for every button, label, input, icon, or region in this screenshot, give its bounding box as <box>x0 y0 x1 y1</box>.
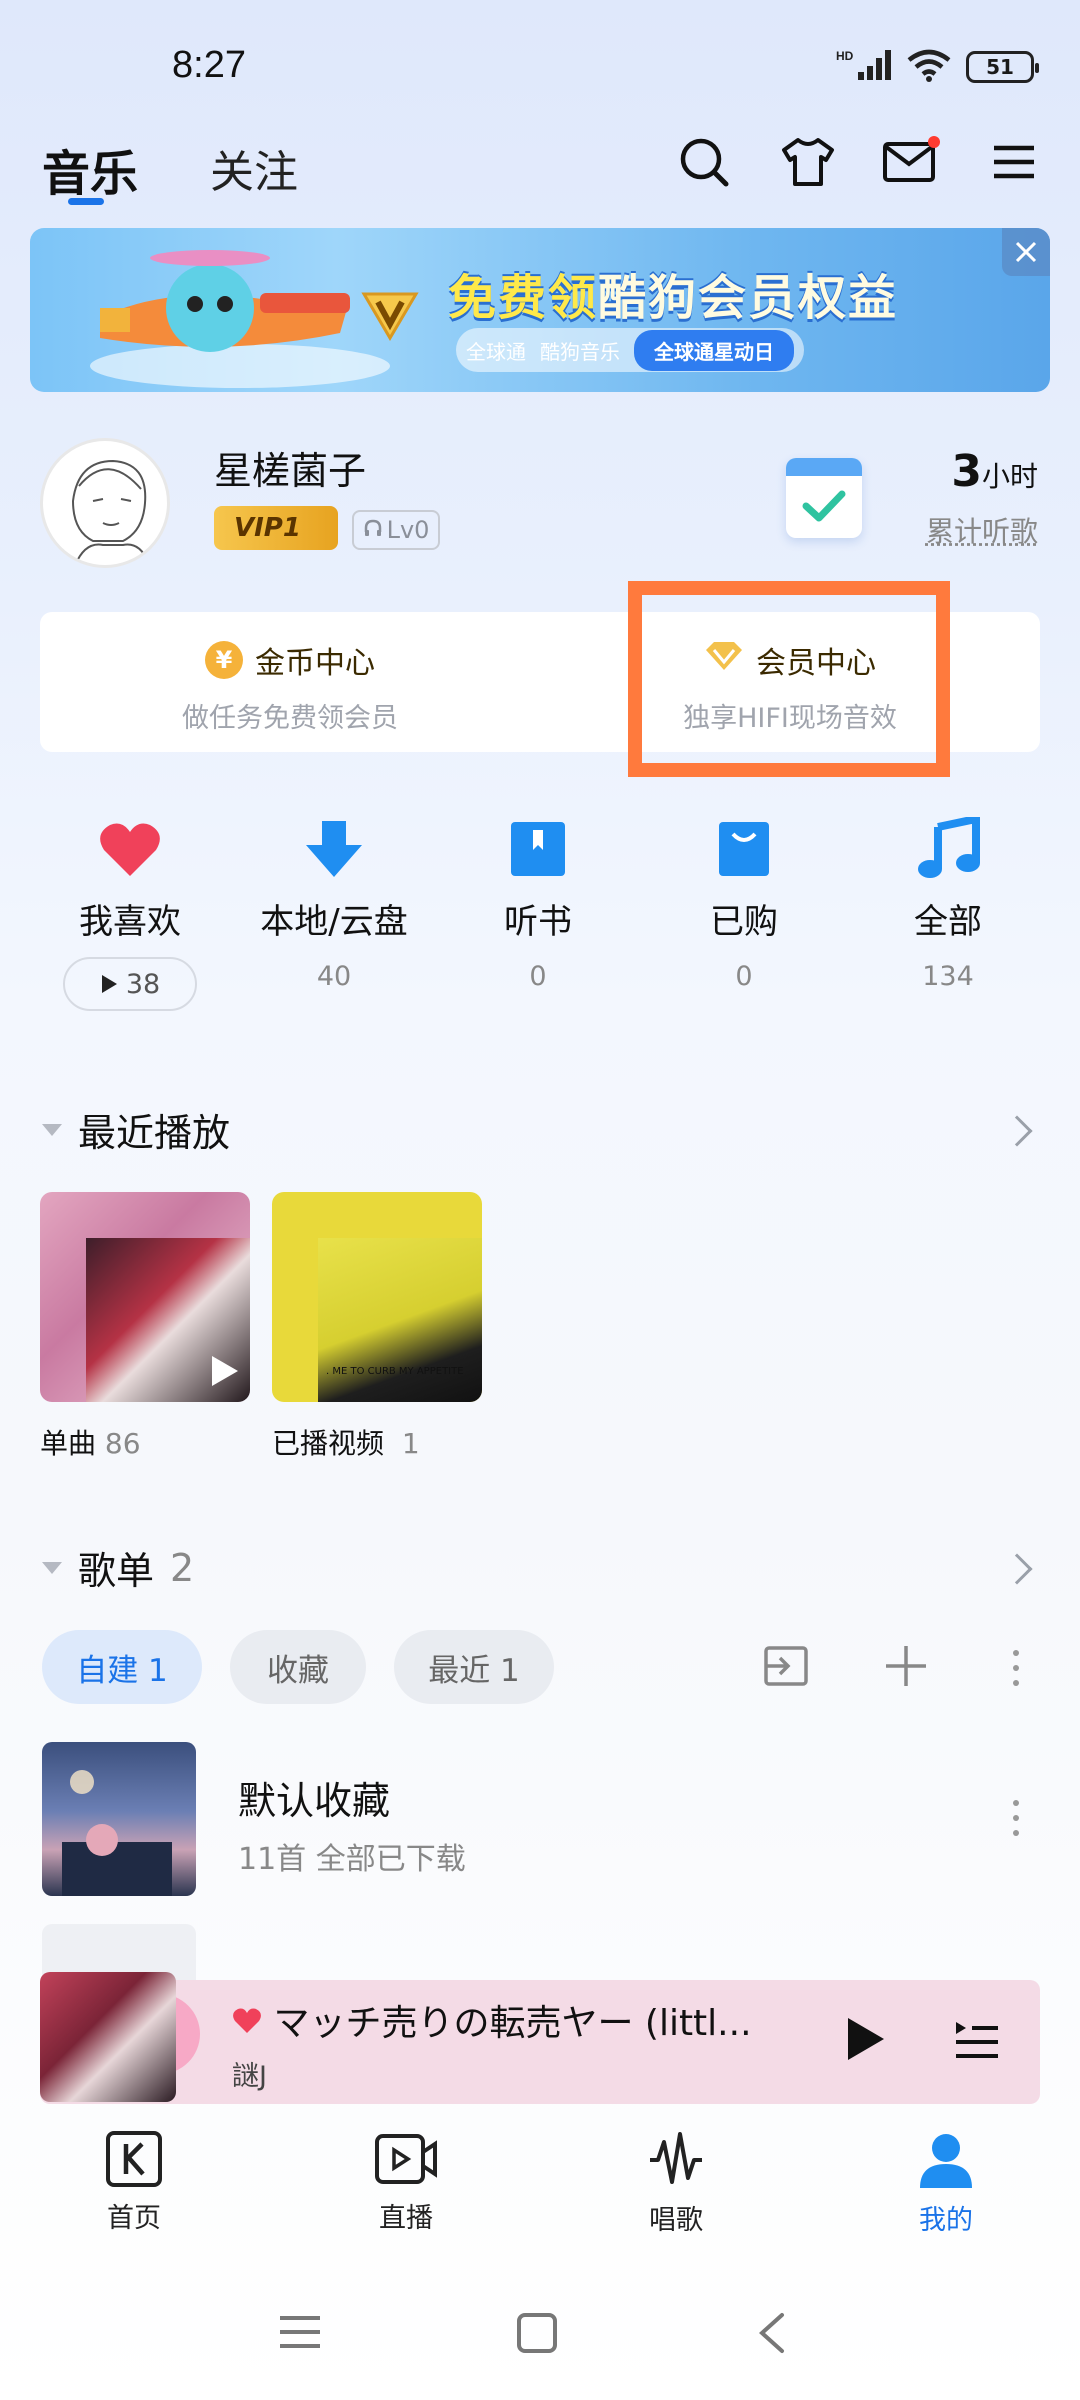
status-time: 8:27 <box>172 44 246 86</box>
tab-music[interactable]: 音乐 <box>42 134 138 204</box>
banner-chip: 全球通星动日 <box>634 329 794 371</box>
coin-icon: ¥ <box>205 641 243 679</box>
mail-icon[interactable] <box>880 132 940 192</box>
user-profile-icon <box>866 2130 1026 2190</box>
menu-icon[interactable] <box>984 132 1044 192</box>
sound-wave-icon <box>596 2130 756 2190</box>
member-center-highlight <box>628 581 950 777</box>
entry-all[interactable]: 全部 134 <box>848 814 1048 992</box>
player-play-icon[interactable] <box>846 2016 886 2066</box>
recent-video-cover <box>318 1238 482 1402</box>
playlist-more-icon[interactable] <box>1012 1800 1020 1836</box>
player-artist: 謎J <box>232 2061 267 2092</box>
listen-hours[interactable]: 3小时 <box>951 446 1038 497</box>
banner-brand-right: 酷狗音乐 <box>540 339 620 364</box>
system-menu-icon[interactable] <box>278 2312 322 2356</box>
more-options-icon[interactable] <box>1012 1650 1020 1686</box>
live-video-icon <box>326 2130 486 2188</box>
play-icon[interactable] <box>210 1354 240 1392</box>
checkin-calendar-icon[interactable] <box>786 458 862 538</box>
coin-center-card[interactable]: ¥ 金币中心 做任务免费领会员 <box>40 612 540 752</box>
banner-brand-left: 全球通 <box>466 339 526 364</box>
battery-icon: 51 <box>966 51 1039 83</box>
chevron-right-icon[interactable] <box>1001 1115 1033 1147</box>
recent-songs-card[interactable] <box>40 1192 250 1402</box>
banner-title: 免费领酷狗会员权益 <box>448 270 899 326</box>
collapse-caret-icon[interactable] <box>42 1561 62 1574</box>
nav-sing[interactable]: 唱歌 <box>596 2130 756 2237</box>
svg-text:HD: HD <box>836 49 854 63</box>
add-icon[interactable] <box>884 1644 928 1692</box>
chevron-right-icon[interactable] <box>1001 1553 1033 1585</box>
entry-purchased[interactable]: 已购 0 <box>644 814 844 992</box>
download-arrow-icon <box>234 814 434 884</box>
book-icon <box>438 814 638 884</box>
playlist-cover[interactable] <box>42 1742 196 1896</box>
tab-active-indicator <box>68 198 104 205</box>
player-cover[interactable] <box>40 1972 176 2102</box>
listen-hours-label[interactable]: 累计听歌 <box>926 510 1038 550</box>
chip-recent[interactable]: 最近 1 <box>394 1630 554 1704</box>
video-cover-text: . ME TO CURB MY APPETITE <box>326 1366 464 1377</box>
entry-favorites[interactable]: 我喜欢 38 <box>30 814 230 1011</box>
recent-videos-label: 已播视频 1 <box>272 1427 420 1460</box>
import-icon[interactable] <box>762 1642 810 1694</box>
skin-tshirt-icon[interactable] <box>778 132 838 192</box>
tab-follow[interactable]: 关注 <box>210 136 298 200</box>
entry-audiobook[interactable]: 听书 0 <box>438 814 638 992</box>
banner-brand-row: 全球通 酷狗音乐 全球通星动日 <box>456 328 804 372</box>
headphone-icon <box>363 516 383 544</box>
music-note-icon <box>848 814 1048 884</box>
playlist-subtitle: 11首 全部已下载 <box>238 1842 466 1877</box>
status-icons: HD 51 <box>836 48 1039 86</box>
chip-collected[interactable]: 收藏 <box>230 1630 366 1704</box>
heart-icon <box>30 814 230 884</box>
player-song-title[interactable]: マッチ売りの転売ヤー (littl... <box>232 1994 752 2046</box>
shopping-bag-icon <box>644 814 844 884</box>
promo-banner[interactable]: 免费领酷狗会员权益 全球通 酷狗音乐 全球通星动日 <box>30 228 1050 392</box>
playlist-title[interactable]: 默认收藏 <box>238 1770 390 1825</box>
system-home-icon[interactable] <box>516 2312 558 2358</box>
liked-heart-icon[interactable] <box>232 2003 262 2044</box>
banner-illustration-icon <box>60 238 420 388</box>
recent-videos-card[interactable]: . ME TO CURB MY APPETITE <box>272 1192 482 1402</box>
nav-live[interactable]: 直播 <box>326 2130 486 2235</box>
playlist-section-header[interactable]: 歌单 2 <box>42 1540 194 1595</box>
nav-home[interactable]: 首页 <box>54 2130 214 2235</box>
nav-mine[interactable]: 我的 <box>866 2130 1026 2237</box>
system-back-icon[interactable] <box>756 2312 786 2358</box>
playlist-queue-icon[interactable] <box>952 2018 1000 2068</box>
recent-songs-label: 单曲 86 <box>40 1427 141 1460</box>
search-icon[interactable] <box>674 132 734 192</box>
kugou-k-icon <box>54 2130 214 2188</box>
vip-badge[interactable]: VIP1 <box>214 506 338 550</box>
entry-local-cloud[interactable]: 本地/云盘 40 <box>234 814 434 992</box>
kugou-v-logo-icon <box>360 288 420 346</box>
signal-icon: HD <box>836 48 892 86</box>
level-badge[interactable]: Lv0 <box>352 510 440 550</box>
collapse-caret-icon[interactable] <box>42 1123 62 1136</box>
favorites-play-button[interactable]: 38 <box>63 957 197 1011</box>
banner-close-icon[interactable] <box>1002 228 1050 276</box>
wifi-icon <box>906 48 952 86</box>
avatar[interactable] <box>40 438 170 568</box>
chip-created[interactable]: 自建 1 <box>42 1630 202 1704</box>
recent-section-header[interactable]: 最近播放 <box>42 1102 230 1157</box>
username[interactable]: 星槎菌子 <box>214 440 366 495</box>
